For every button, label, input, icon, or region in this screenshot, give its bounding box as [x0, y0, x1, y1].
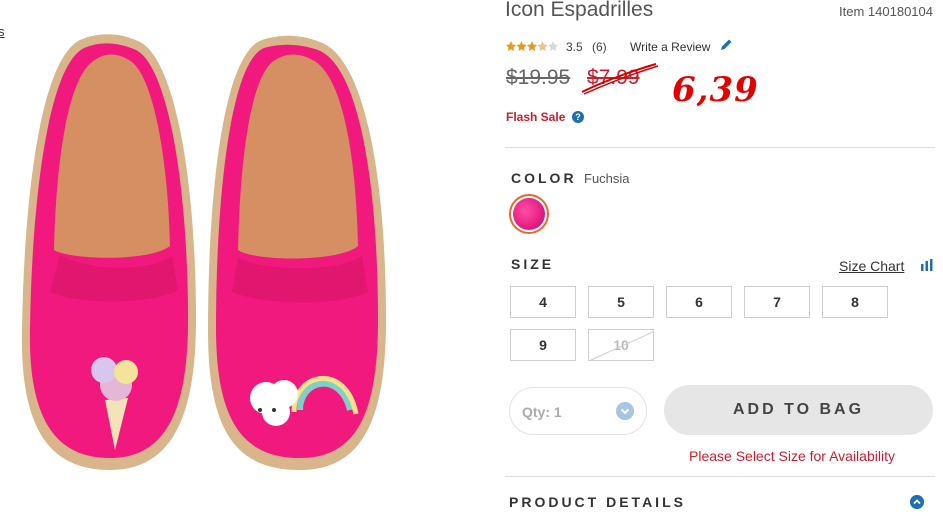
star-rating-icon — [506, 41, 558, 51]
add-to-bag-button[interactable]: ADD TO BAG — [664, 385, 933, 435]
chevron-up-icon[interactable] — [910, 495, 924, 509]
product-title: Icon Espadrilles — [505, 0, 654, 21]
original-price: $19.95 — [506, 66, 571, 89]
color-label: COLOR — [511, 170, 577, 186]
product-image — [21, 34, 386, 471]
quantity-label: Qty: 1 — [522, 404, 562, 420]
size-option-7[interactable]: 7 — [744, 286, 810, 318]
right-shoe — [208, 35, 386, 471]
product-details-label[interactable]: PRODUCT DETAILS — [509, 494, 686, 510]
swatch-fill — [513, 198, 545, 230]
size-option-10: 10 — [588, 329, 654, 361]
unavailable-slash — [590, 331, 654, 361]
size-chart-link[interactable]: Size Chart — [839, 258, 904, 274]
flash-sale-label: Flash Sale — [506, 110, 566, 124]
divider — [505, 147, 935, 148]
size-option-9[interactable]: 9 — [510, 329, 576, 361]
bar-chart-icon[interactable] — [920, 258, 934, 272]
sale-price: $7.99 — [587, 66, 640, 89]
size-option-5[interactable]: 5 — [588, 286, 654, 318]
size-option-8[interactable]: 8 — [822, 286, 888, 318]
rating-value: 3.5 — [566, 40, 583, 54]
help-icon[interactable]: ? — [572, 111, 584, 123]
left-shoe — [21, 34, 196, 470]
quantity-select[interactable]: Qty: 1 — [509, 387, 647, 435]
chevron-down-icon — [616, 402, 634, 420]
handwritten-price-note: 6,39 — [672, 70, 759, 110]
review-count[interactable]: (6) — [592, 40, 607, 54]
color-swatch-fuchsia[interactable] — [509, 194, 549, 234]
size-option-6[interactable]: 6 — [666, 286, 732, 318]
write-review-link[interactable]: Write a Review — [630, 40, 710, 54]
item-number: Item 140180104 — [839, 4, 933, 19]
color-value: Fuchsia — [584, 171, 630, 186]
divider — [505, 476, 935, 477]
size-option-4[interactable]: 4 — [510, 286, 576, 318]
pencil-icon[interactable] — [718, 37, 734, 53]
availability-message: Please Select Size for Availability — [689, 448, 895, 464]
size-label: SIZE — [511, 256, 555, 272]
